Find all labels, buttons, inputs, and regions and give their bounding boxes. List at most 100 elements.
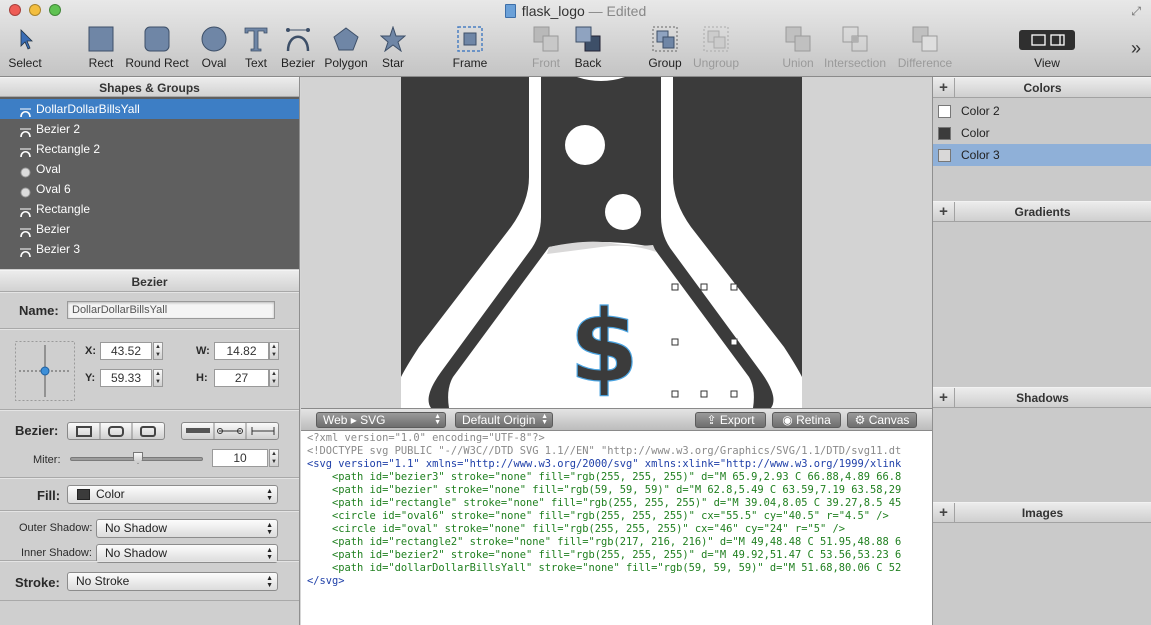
layer-name: DollarDollarBillsYall: [36, 102, 140, 116]
frame-tool[interactable]: Frame: [435, 26, 505, 70]
difference-button-label: Difference: [897, 56, 953, 70]
canvas-button[interactable]: ⚙ Canvas: [847, 412, 917, 428]
eye-icon: ◉: [782, 413, 793, 427]
h-stepper[interactable]: ▲ ▼: [269, 369, 279, 387]
layer-name: Oval: [36, 162, 61, 176]
code-line: <?xml version="1.0" encoding="UTF-8"?>: [307, 432, 545, 444]
toolbar-overflow-icon[interactable]: »: [1131, 38, 1141, 59]
stroke-popup[interactable]: No Stroke ▲ ▼: [67, 572, 278, 591]
intersection-button[interactable]: Intersection: [820, 26, 890, 70]
app-window: flask_logo — Edited ⤢ Select Rect Round …: [0, 0, 1151, 625]
back-icon: [575, 26, 601, 52]
canvas-area[interactable]: $: [301, 77, 932, 408]
code-line: <path id="bezier2" stroke="none" fill="r…: [307, 549, 902, 561]
color-item[interactable]: Color 3: [933, 144, 1151, 166]
shadows-header-label: Shadows: [1016, 391, 1069, 405]
y-stepper[interactable]: ▲ ▼: [153, 369, 163, 387]
w-field[interactable]: 14.82: [214, 342, 269, 360]
line-cap-segmented[interactable]: [181, 422, 279, 440]
fullscreen-icon[interactable]: ⤢: [1131, 4, 1141, 19]
format-popup[interactable]: Web ▸ SVG ▲ ▼: [316, 412, 446, 428]
code-line: <!DOCTYPE svg PUBLIC "-//W3C//DTD SVG 1.…: [307, 445, 902, 457]
layer-item[interactable]: DollarDollarBillsYall: [0, 99, 299, 119]
layer-item[interactable]: Oval 6: [0, 179, 299, 199]
origin-value: Default Origin: [462, 413, 536, 427]
add-shadow-button[interactable]: +: [933, 388, 955, 408]
line-join-segmented[interactable]: [67, 422, 165, 440]
layer-item[interactable]: Bezier 3: [0, 239, 299, 259]
dollar-sign[interactable]: $: [569, 287, 640, 405]
inner-shadow-label: Inner Shadow:: [21, 547, 92, 559]
origin-popup[interactable]: Default Origin ▲ ▼: [455, 412, 553, 428]
miter-slider[interactable]: [70, 452, 203, 464]
color-swatch: [938, 127, 951, 140]
retina-toggle[interactable]: ◉ Retina: [772, 412, 841, 428]
fill-value: Color: [96, 487, 125, 501]
document-icon: [504, 4, 516, 18]
add-gradient-button[interactable]: +: [933, 202, 955, 222]
color-item[interactable]: Color: [933, 122, 1151, 144]
layer-item[interactable]: Rectangle: [0, 199, 299, 219]
fill-row: Fill: Color ▲ ▼: [0, 478, 299, 511]
h-field[interactable]: 27: [214, 369, 269, 387]
code-line: <path id="rectangle2" stroke="none" fill…: [307, 536, 902, 548]
w-label: W:: [196, 345, 210, 357]
back-button[interactable]: Back: [553, 26, 623, 70]
layer-name: Oval 6: [36, 182, 71, 196]
difference-button[interactable]: Difference: [890, 26, 960, 70]
bezier-layer-icon: [20, 144, 31, 158]
ungroup-button[interactable]: Ungroup: [681, 26, 751, 70]
round-rect-icon: [144, 26, 170, 52]
toolbar: flask_logo — Edited ⤢ Select Rect Round …: [0, 0, 1151, 77]
layer-name: Bezier 3: [36, 242, 81, 256]
rect-icon: [88, 26, 114, 52]
frame-icon: [457, 26, 483, 52]
bubble-small[interactable]: [605, 194, 641, 230]
window-title-text: flask_logo: [521, 3, 585, 19]
fill-popup[interactable]: Color ▲ ▼: [67, 485, 278, 504]
name-field[interactable]: DollarDollarBillsYall: [67, 301, 275, 319]
edited-status: — Edited: [588, 3, 647, 19]
export-button[interactable]: ⇪ Export: [695, 412, 766, 428]
miter-stepper[interactable]: ▲ ▼: [269, 449, 279, 467]
view-control[interactable]: View: [1012, 26, 1082, 70]
code-line: <svg version="1.1" xmlns="http://www.w3.…: [307, 458, 902, 470]
code-line: <circle id="oval" stroke="none" fill="rg…: [307, 523, 845, 535]
anchor-widget[interactable]: [15, 341, 75, 401]
miter-slider-thumb[interactable]: [133, 452, 143, 464]
color-item[interactable]: Color 2: [933, 100, 1151, 122]
layer-item[interactable]: Rectangle 2: [0, 139, 299, 159]
popup-arrows-icon: ▲ ▼: [434, 413, 441, 426]
intersection-icon: [842, 26, 868, 52]
name-label: Name:: [19, 303, 59, 318]
gradients-header: + Gradients: [933, 201, 1151, 222]
bezier-icon: [285, 26, 311, 52]
w-stepper[interactable]: ▲ ▼: [269, 342, 279, 360]
layer-item[interactable]: Bezier 2: [0, 119, 299, 139]
x-stepper[interactable]: ▲ ▼: [153, 342, 163, 360]
code-line: <path id="bezier3" stroke="none" fill="r…: [307, 471, 902, 483]
code-line: <path id="rectangle" stroke="none" fill=…: [307, 497, 902, 509]
gradients-header-label: Gradients: [1014, 205, 1071, 219]
fill-swatch: [77, 489, 90, 500]
x-field[interactable]: 43.52: [100, 342, 152, 360]
layer-item[interactable]: Oval: [0, 159, 299, 179]
flask-drawing[interactable]: $: [401, 77, 802, 408]
add-color-button[interactable]: +: [933, 78, 955, 98]
star-tool[interactable]: Star: [358, 25, 428, 70]
svg-code-view[interactable]: <?xml version="1.0" encoding="UTF-8"?> <!…: [301, 431, 932, 625]
miter-field[interactable]: 10: [212, 449, 268, 467]
select-tool[interactable]: Select: [0, 26, 60, 70]
polygon-icon: [333, 26, 359, 52]
bubble-large[interactable]: [565, 125, 605, 165]
add-image-button[interactable]: +: [933, 503, 955, 523]
images-header: + Images: [933, 502, 1151, 523]
bezier-layer-icon: [20, 124, 31, 138]
h-label: H:: [196, 372, 208, 384]
shapes-groups-header: Shapes & Groups: [0, 77, 299, 97]
outer-shadow-label: Outer Shadow:: [19, 522, 93, 534]
layer-item[interactable]: Bezier: [0, 219, 299, 239]
y-field[interactable]: 59.33: [100, 369, 152, 387]
stroke-row: Stroke: No Stroke ▲ ▼: [0, 561, 299, 601]
outer-shadow-popup[interactable]: No Shadow ▲ ▼: [96, 519, 278, 538]
